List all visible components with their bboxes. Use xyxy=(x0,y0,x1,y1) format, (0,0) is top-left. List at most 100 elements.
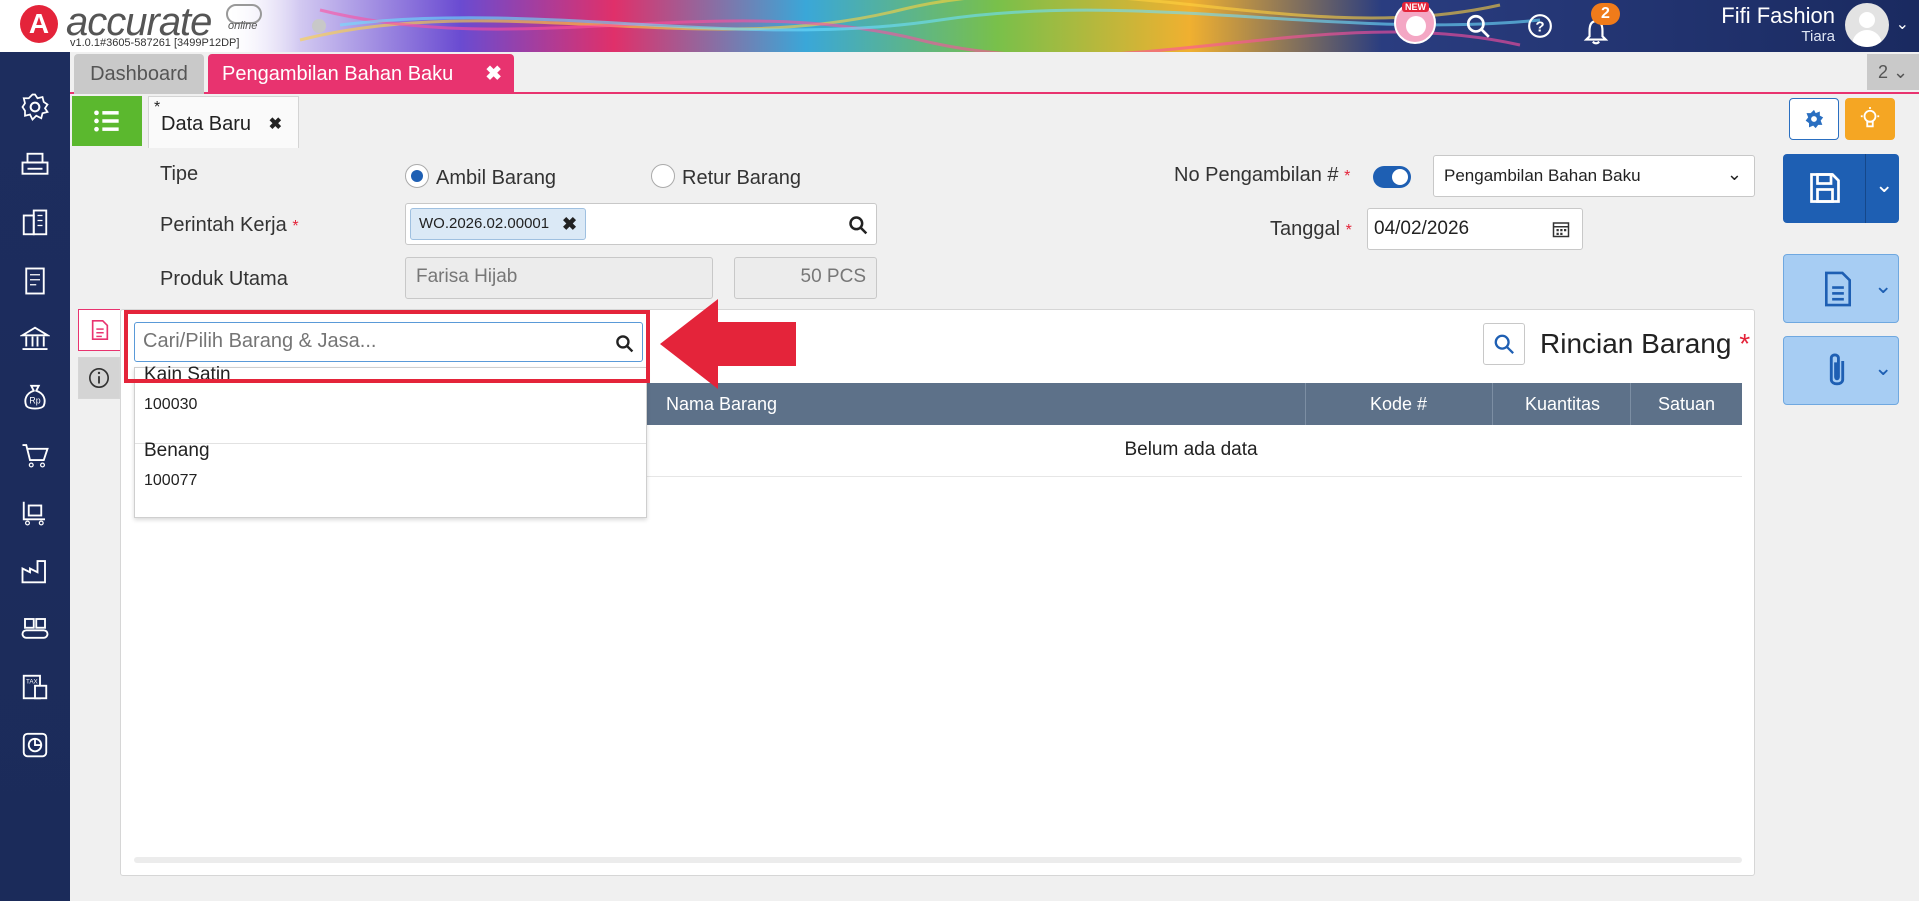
item-code: 100030 xyxy=(144,396,198,413)
no-pengambilan-label: No Pengambilan # * xyxy=(1174,164,1350,187)
save-button[interactable]: ⌄ xyxy=(1783,154,1899,223)
accurate-logo-icon[interactable]: A xyxy=(20,5,58,43)
cart-icon[interactable] xyxy=(18,438,52,472)
form-settings-button[interactable] xyxy=(1789,98,1839,140)
document-icon xyxy=(91,320,108,340)
info-icon xyxy=(89,368,109,388)
required-mark: * xyxy=(1344,168,1351,185)
logo-sub: online xyxy=(228,20,258,32)
gear-icon xyxy=(1805,109,1824,129)
tax-icon[interactable]: TAX xyxy=(18,670,52,704)
avatar[interactable] xyxy=(1845,3,1889,47)
unsaved-marker: * xyxy=(154,99,161,116)
factory-icon[interactable] xyxy=(18,554,52,588)
item-code: 100077 xyxy=(144,472,198,489)
whats-new-button[interactable]: NEW xyxy=(1394,2,1436,44)
company-name[interactable]: Fifi Fashion xyxy=(1721,3,1835,29)
document-menu-button[interactable]: ⌄ xyxy=(1783,254,1899,323)
help-icon[interactable]: ? xyxy=(1522,8,1558,44)
auto-number-toggle[interactable] xyxy=(1373,166,1411,188)
search-icon[interactable] xyxy=(848,215,868,235)
perintah-kerja-field[interactable]: WO.2026.02.00001 ✖ xyxy=(405,203,877,245)
form-tab-label: Data Baru xyxy=(161,113,252,135)
search-icon xyxy=(1494,334,1514,354)
list-view-button[interactable] xyxy=(72,96,142,146)
building-icon[interactable] xyxy=(18,206,52,240)
printer-icon[interactable] xyxy=(18,148,52,182)
column-divider xyxy=(1630,383,1631,425)
lightbulb-icon xyxy=(1860,107,1880,128)
form-tab-data-baru[interactable]: * Data Baru ✖ xyxy=(148,96,299,148)
chevron-down-icon: ⌄ xyxy=(1874,273,1893,298)
item-search-dropdown: Kain Satin 100030 Benang 100077 xyxy=(134,364,647,518)
calendar-icon[interactable] xyxy=(1552,220,1570,238)
search-icon[interactable] xyxy=(1460,8,1496,44)
tab-pengambilan-bahan-baku[interactable]: Pengambilan Bahan Baku ✖ xyxy=(208,54,514,94)
attachment-menu-button[interactable]: ⌄ xyxy=(1783,336,1899,405)
user-name[interactable]: Tiara xyxy=(1801,28,1835,45)
radio-retur-barang[interactable] xyxy=(651,164,675,188)
horizontal-scrollbar[interactable] xyxy=(134,857,1742,863)
conveyor-icon[interactable] xyxy=(18,612,52,646)
report-chart-icon[interactable] xyxy=(18,728,52,762)
tab-info[interactable] xyxy=(78,357,120,399)
work-order-chip: WO.2026.02.00001 ✖ xyxy=(410,208,587,240)
no-pengambilan-label-text: No Pengambilan # xyxy=(1174,164,1339,186)
radio-ambil-barang-label[interactable]: Ambil Barang xyxy=(436,167,556,190)
close-icon[interactable]: ✖ xyxy=(269,114,282,134)
ledger-icon[interactable] xyxy=(18,264,52,298)
empty-table-message: Belum ada data xyxy=(640,425,1742,477)
column-divider xyxy=(1492,383,1493,425)
tab-detail-items[interactable] xyxy=(78,309,120,351)
shopping-trolley-icon[interactable] xyxy=(18,496,52,530)
detail-search-button[interactable] xyxy=(1483,323,1525,365)
tanggal-field[interactable]: 04/02/2026 xyxy=(1367,208,1583,250)
tab-label: Pengambilan Bahan Baku xyxy=(222,63,454,85)
chevron-down-icon[interactable]: ⌄ xyxy=(1875,172,1893,198)
tipe-label: Tipe xyxy=(160,163,199,185)
tab-dashboard[interactable]: Dashboard xyxy=(74,54,204,94)
open-tabs-count[interactable]: 2 ⌄ xyxy=(1867,54,1919,90)
close-icon[interactable]: ✖ xyxy=(485,54,502,94)
produk-utama-label: Produk Utama xyxy=(160,268,288,290)
detail-title: Rincian Barang * xyxy=(1540,328,1750,360)
item-name: Benang xyxy=(144,440,210,461)
svg-text:?: ? xyxy=(1535,18,1544,35)
perintah-kerja-label-text: Perintah Kerja xyxy=(160,214,287,236)
tanggal-label-text: Tanggal xyxy=(1270,218,1341,240)
column-kode[interactable]: Kode # xyxy=(1370,383,1427,425)
list-icon xyxy=(94,110,119,132)
table-header: Nama Barang Kode # Kuantitas Satuan xyxy=(640,383,1742,425)
column-kuantitas[interactable]: Kuantitas xyxy=(1525,383,1600,425)
numbering-select[interactable]: Pengambilan Bahan Baku ⌄ xyxy=(1433,155,1755,197)
document-icon xyxy=(1824,271,1852,307)
list-item[interactable]: Benang 100077 xyxy=(135,428,646,504)
version-text: v1.0.1#3605-587261 [3499P12DP] xyxy=(70,37,240,49)
svg-text:Rp: Rp xyxy=(29,395,40,405)
new-tag: NEW xyxy=(1402,2,1429,12)
produk-qty-field: 50 PCS xyxy=(734,257,877,299)
tanggal-value: 04/02/2026 xyxy=(1374,218,1470,239)
chevron-down-icon[interactable]: ⌄ xyxy=(1896,14,1909,34)
column-satuan[interactable]: Satuan xyxy=(1658,383,1715,425)
save-icon xyxy=(1810,173,1840,203)
highlight-box xyxy=(124,310,650,383)
radio-ambil-barang[interactable] xyxy=(405,164,429,188)
work-order-value: WO.2026.02.00001 xyxy=(419,215,550,232)
radio-retur-barang-label[interactable]: Retur Barang xyxy=(682,167,801,190)
tanggal-label: Tanggal * xyxy=(1270,218,1352,241)
required-mark: * xyxy=(1345,222,1352,239)
status-dot xyxy=(312,19,326,33)
svg-text:TAX: TAX xyxy=(26,678,39,685)
tips-button[interactable] xyxy=(1845,98,1895,140)
bank-icon[interactable] xyxy=(18,322,52,356)
open-tabs-count-label: 2 xyxy=(1877,62,1888,82)
gear-icon[interactable] xyxy=(18,90,52,124)
arrow-left-icon xyxy=(660,299,796,389)
sidebar: Rp TAX xyxy=(0,52,70,901)
save-button-divider xyxy=(1865,154,1866,223)
money-bag-icon[interactable]: Rp xyxy=(18,380,52,414)
column-divider xyxy=(1305,383,1306,425)
remove-chip-icon[interactable]: ✖ xyxy=(562,209,577,239)
numbering-select-value: Pengambilan Bahan Baku xyxy=(1444,166,1641,185)
